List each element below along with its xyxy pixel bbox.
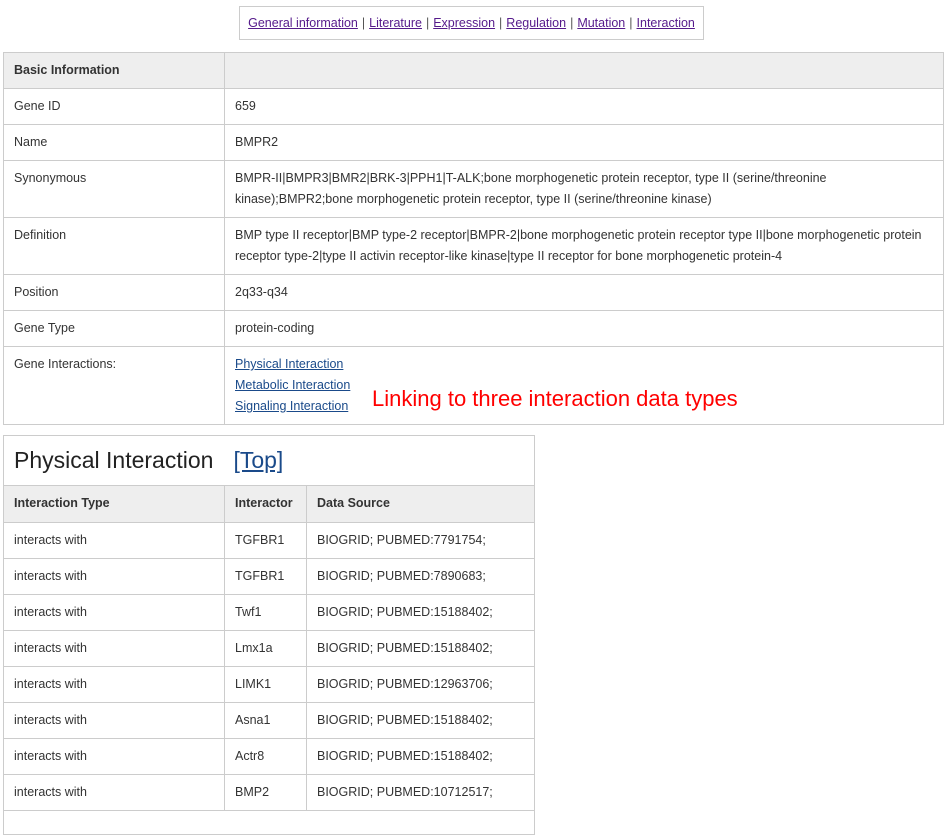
data-source-cell: BIOGRID; PUBMED:15188402; — [306, 629, 534, 667]
interaction-type-cell: interacts with — [4, 521, 225, 559]
nav-link-expression[interactable]: Expression — [433, 16, 495, 30]
table-row: interacts with Asna1 BIOGRID; PUBMED:151… — [4, 701, 534, 739]
interactor-cell: LIMK1 — [224, 665, 307, 703]
table-row: interacts with Actr8 BIOGRID; PUBMED:151… — [4, 737, 534, 775]
table-row-definition: Definition BMP type II receptor|BMP type… — [3, 217, 944, 275]
interaction-type-cell: interacts with — [4, 557, 225, 595]
interaction-type-cell: interacts with — [4, 665, 225, 703]
interaction-type-cell: interacts with — [4, 773, 225, 811]
row-label: Position — [3, 274, 225, 311]
column-header-data-source: Data Source — [306, 486, 534, 523]
header-empty-cell — [224, 52, 944, 89]
interaction-type-cell: interacts with — [4, 701, 225, 739]
physical-interaction-table: Interaction Type Interactor Data Source … — [4, 486, 534, 811]
interactor-cell: BMP2 — [224, 773, 307, 811]
table-row: interacts with BMP2 BIOGRID; PUBMED:1071… — [4, 773, 534, 811]
interactor-cell: Twf1 — [224, 593, 307, 631]
nav-link-literature[interactable]: Literature — [369, 16, 422, 30]
table-header-row: Basic Information — [3, 52, 944, 89]
nav-link-general-information[interactable]: General information — [248, 16, 358, 30]
table-row-gene-id: Gene ID 659 — [3, 88, 944, 125]
column-header-interactor: Interactor — [224, 486, 307, 523]
basic-information-heading: Basic Information — [3, 52, 225, 89]
top-link[interactable]: [Top] — [233, 447, 283, 474]
nav-separator: | — [629, 16, 633, 30]
interaction-type-cell: interacts with — [4, 629, 225, 667]
synonymous-value: BMPR-II|BMPR3|BMR2|BRK-3|PPH1|T-ALK;bone… — [224, 160, 944, 218]
nav-separator: | — [570, 16, 574, 30]
table-row-position: Position 2q33-q34 — [3, 274, 944, 311]
interactor-cell: Lmx1a — [224, 629, 307, 667]
row-label: Gene Interactions: — [3, 346, 225, 425]
definition-value: BMP type II receptor|BMP type-2 receptor… — [224, 217, 944, 275]
data-source-cell: BIOGRID; PUBMED:7791754; — [306, 521, 534, 559]
table-row: interacts with TGFBR1 BIOGRID; PUBMED:77… — [4, 521, 534, 559]
nav-link-interaction[interactable]: Interaction — [637, 16, 695, 30]
interactor-cell: TGFBR1 — [224, 557, 307, 595]
nav-separator: | — [499, 16, 503, 30]
row-label: Definition — [3, 217, 225, 275]
table-header-row: Interaction Type Interactor Data Source — [4, 486, 534, 523]
table-row: interacts with Twf1 BIOGRID; PUBMED:1518… — [4, 593, 534, 631]
nav-link-mutation[interactable]: Mutation — [577, 16, 625, 30]
table-row-synonymous: Synonymous BMPR-II|BMPR3|BMR2|BRK-3|PPH1… — [3, 160, 944, 218]
interactor-cell: Actr8 — [224, 737, 307, 775]
data-source-cell: BIOGRID; PUBMED:15188402; — [306, 701, 534, 739]
data-source-cell: BIOGRID; PUBMED:15188402; — [306, 737, 534, 775]
red-annotation-text: Linking to three interaction data types — [372, 386, 738, 411]
table-row: interacts with TGFBR1 BIOGRID; PUBMED:78… — [4, 557, 534, 595]
nav-separator: | — [425, 16, 430, 30]
row-label: Synonymous — [3, 160, 225, 218]
physical-interaction-title: Physical Interaction — [14, 447, 214, 473]
data-source-cell: BIOGRID; PUBMED:7890683; — [306, 557, 534, 595]
gene-id-value: 659 — [224, 88, 944, 125]
interaction-type-cell: interacts with — [4, 593, 225, 631]
physical-interaction-link[interactable]: Physical Interaction — [235, 354, 933, 375]
physical-interaction-header: Physical Interaction [Top] — [4, 436, 534, 486]
gene-name-value: BMPR2 — [224, 124, 944, 161]
data-source-cell: BIOGRID; PUBMED:10712517; — [306, 773, 534, 811]
table-row: interacts with Lmx1a BIOGRID; PUBMED:151… — [4, 629, 534, 667]
section-nav: General information | Literature | Expre… — [239, 6, 704, 40]
data-source-cell: BIOGRID; PUBMED:15188402; — [306, 593, 534, 631]
row-label: Gene ID — [3, 88, 225, 125]
nav-separator: | — [361, 16, 366, 30]
row-label: Name — [3, 124, 225, 161]
basic-information-table: Basic Information Gene ID 659 Name BMPR2… — [3, 52, 944, 425]
table-row: interacts with LIMK1 BIOGRID; PUBMED:129… — [4, 665, 534, 703]
position-value: 2q33-q34 — [224, 274, 944, 311]
gene-type-value: protein-coding — [224, 310, 944, 347]
interactor-cell: TGFBR1 — [224, 521, 307, 559]
physical-interaction-panel: Physical Interaction [Top] Interaction T… — [3, 435, 535, 835]
data-source-cell: BIOGRID; PUBMED:12963706; — [306, 665, 534, 703]
table-row-name: Name BMPR2 — [3, 124, 944, 161]
interactor-cell: Asna1 — [224, 701, 307, 739]
interaction-type-cell: interacts with — [4, 737, 225, 775]
column-header-interaction-type: Interaction Type — [4, 486, 225, 523]
table-row-gene-type: Gene Type protein-coding — [3, 310, 944, 347]
row-label: Gene Type — [3, 310, 225, 347]
nav-link-regulation[interactable]: Regulation — [506, 16, 566, 30]
